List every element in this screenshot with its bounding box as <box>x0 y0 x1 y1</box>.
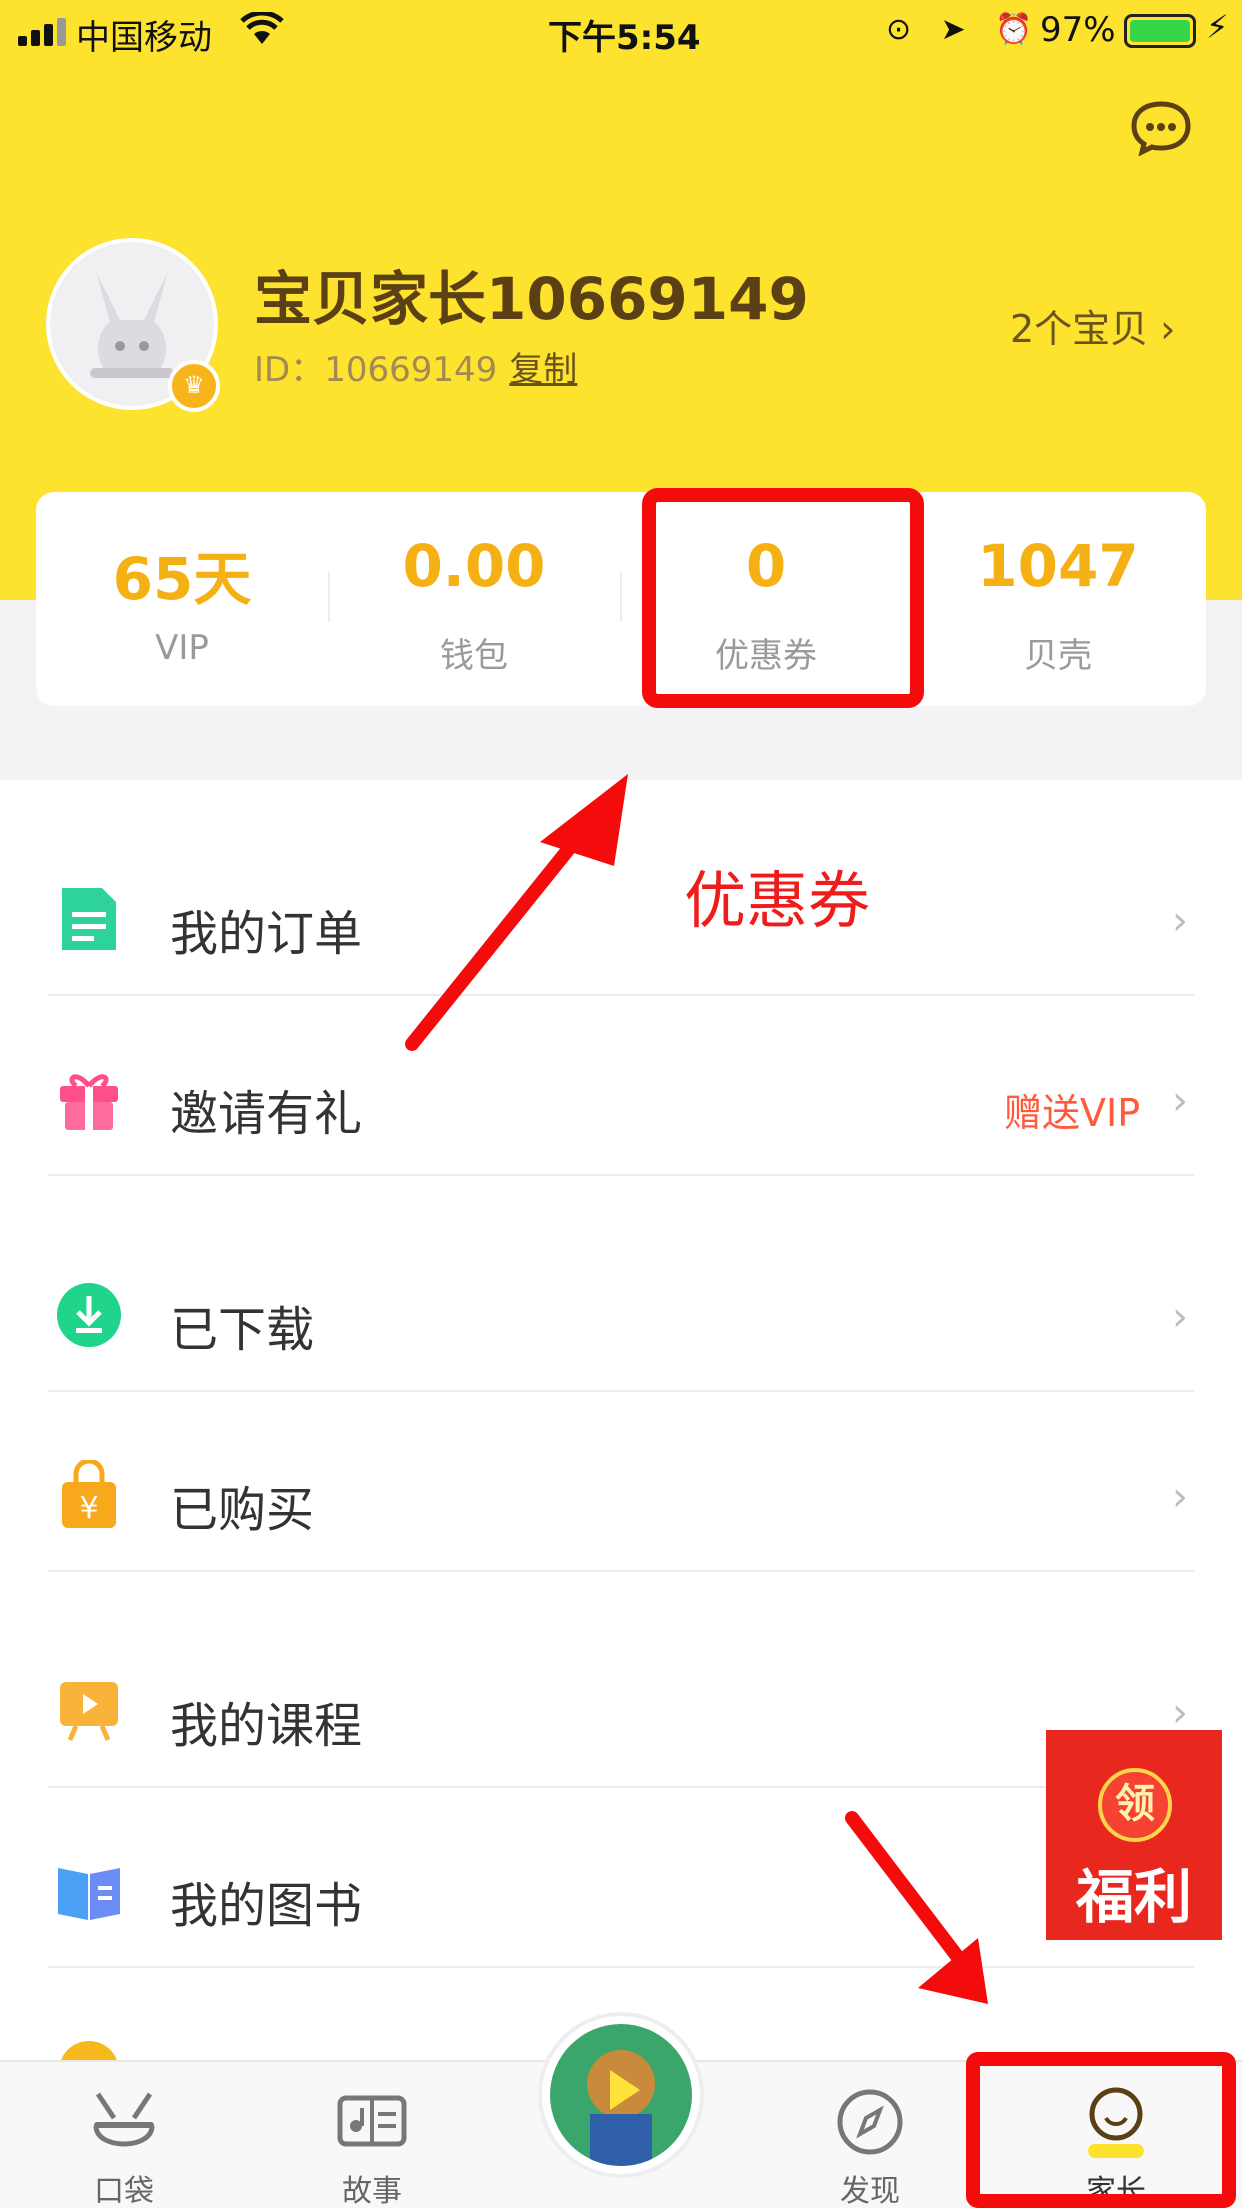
center-play-button[interactable] <box>538 2012 704 2178</box>
signal-icon <box>18 18 70 46</box>
welfare-promo-button[interactable]: 领 福利 <box>1046 1730 1222 1940</box>
book-icon <box>58 1868 120 1920</box>
invite-badge: 赠送VIP <box>1004 1091 1141 1135</box>
user-id: 10669149 <box>324 350 498 390</box>
pocket-rabbit-icon <box>93 2092 155 2147</box>
tab-discover[interactable]: 发现 <box>760 2062 980 2208</box>
chevron-right-icon: › <box>1172 1294 1188 1340</box>
shopping-bag-icon: ¥ <box>62 1460 116 1528</box>
user-id-prefix: ID： <box>254 350 325 390</box>
menu-label: 邀请有礼 <box>170 1086 363 1142</box>
menu-item-downloaded[interactable]: 已下载 › <box>0 1228 1242 1408</box>
carrier-label: 中国移动 <box>76 18 212 58</box>
user-id-row: ID：10669149 复制 <box>254 342 577 391</box>
menu-label: 我的图书 <box>170 1878 363 1934</box>
clock-time: 下午5:54 <box>548 18 701 58</box>
stat-shells[interactable]: 1047 贝壳 <box>912 492 1204 706</box>
stat-value: 1047 <box>977 532 1139 600</box>
chevron-right-icon: › <box>1172 1474 1188 1520</box>
crown-icon: ♛ <box>168 360 220 412</box>
stat-vip[interactable]: 65天 VIP <box>36 492 328 706</box>
copy-id-link[interactable]: 复制 <box>509 350 577 390</box>
document-icon <box>62 888 116 950</box>
menu-item-purchased[interactable]: ¥ 已购买 › <box>0 1408 1242 1588</box>
stat-label: VIP <box>155 628 209 668</box>
chevron-right-icon: › <box>1172 1078 1188 1124</box>
divider <box>48 1390 1194 1392</box>
svg-text:¥: ¥ <box>79 1491 98 1526</box>
promo-coin-label: 领 <box>1098 1768 1172 1842</box>
play-icon <box>587 2050 655 2166</box>
menu-item-orders[interactable]: 我的订单 › <box>0 832 1242 1012</box>
tab-label: 口袋 <box>94 2174 154 2208</box>
divider <box>48 1174 1194 1176</box>
promo-text: 福利 <box>1075 1863 1192 1931</box>
kids-link[interactable]: 2个宝贝 › <box>1010 298 1175 353</box>
tab-pocket[interactable]: 口袋 <box>14 2062 234 2208</box>
menu-label: 已下载 <box>170 1302 315 1358</box>
battery-icon <box>1124 14 1196 48</box>
compass-icon <box>837 2089 903 2155</box>
menu-label: 我的话题 <box>170 2046 362 2060</box>
menu-item-invite[interactable]: 邀请有礼 赠送VIP › <box>0 1012 1242 1192</box>
topic-icon <box>61 2041 117 2060</box>
status-bar: 中国移动 下午5:54 ⊙ ➤ ⏰ 97% ⚡ <box>0 0 1242 64</box>
divider <box>48 1570 1194 1572</box>
coupon-highlight-box <box>642 488 924 708</box>
tab-label: 故事 <box>342 2174 402 2208</box>
stat-wallet[interactable]: 0.00 钱包 <box>328 492 620 706</box>
stats-card: 65天 VIP 0.00 钱包 0 优惠券 1047 贝壳 <box>36 492 1206 706</box>
battery-percent: 97% <box>1040 10 1116 50</box>
stat-label: 钱包 <box>440 636 508 676</box>
gift-icon <box>60 1074 118 1130</box>
play-board-icon <box>60 1682 118 1741</box>
message-icon[interactable] <box>1130 100 1192 156</box>
wifi-icon <box>240 12 284 44</box>
menu-label: 我的课程 <box>170 1698 363 1754</box>
stat-label: 贝壳 <box>1024 636 1092 676</box>
stat-value: 65天 <box>112 545 252 613</box>
story-book-icon <box>337 2095 407 2147</box>
charging-icon: ⚡ <box>1206 8 1229 46</box>
chevron-right-icon: › <box>1172 898 1188 944</box>
download-icon <box>57 1283 121 1347</box>
annotation-label: 优惠券 <box>684 864 871 937</box>
user-name: 宝贝家长10669149 <box>254 265 809 333</box>
stat-value: 0.00 <box>402 532 546 600</box>
tab-label: 发现 <box>840 2174 900 2208</box>
status-icons: ⊙ ➤ ⏰ <box>886 12 1043 47</box>
menu-label: 已购买 <box>170 1482 315 1538</box>
parent-tab-highlight-box <box>966 2052 1236 2208</box>
menu-label: 我的订单 <box>170 906 363 962</box>
tab-story[interactable]: 故事 <box>262 2062 482 2208</box>
avatar[interactable]: ♛ <box>46 238 220 412</box>
divider <box>48 1786 1194 1788</box>
divider <box>48 994 1194 996</box>
divider <box>48 1966 1194 1968</box>
story-cover-thumbnail <box>550 2024 692 2166</box>
